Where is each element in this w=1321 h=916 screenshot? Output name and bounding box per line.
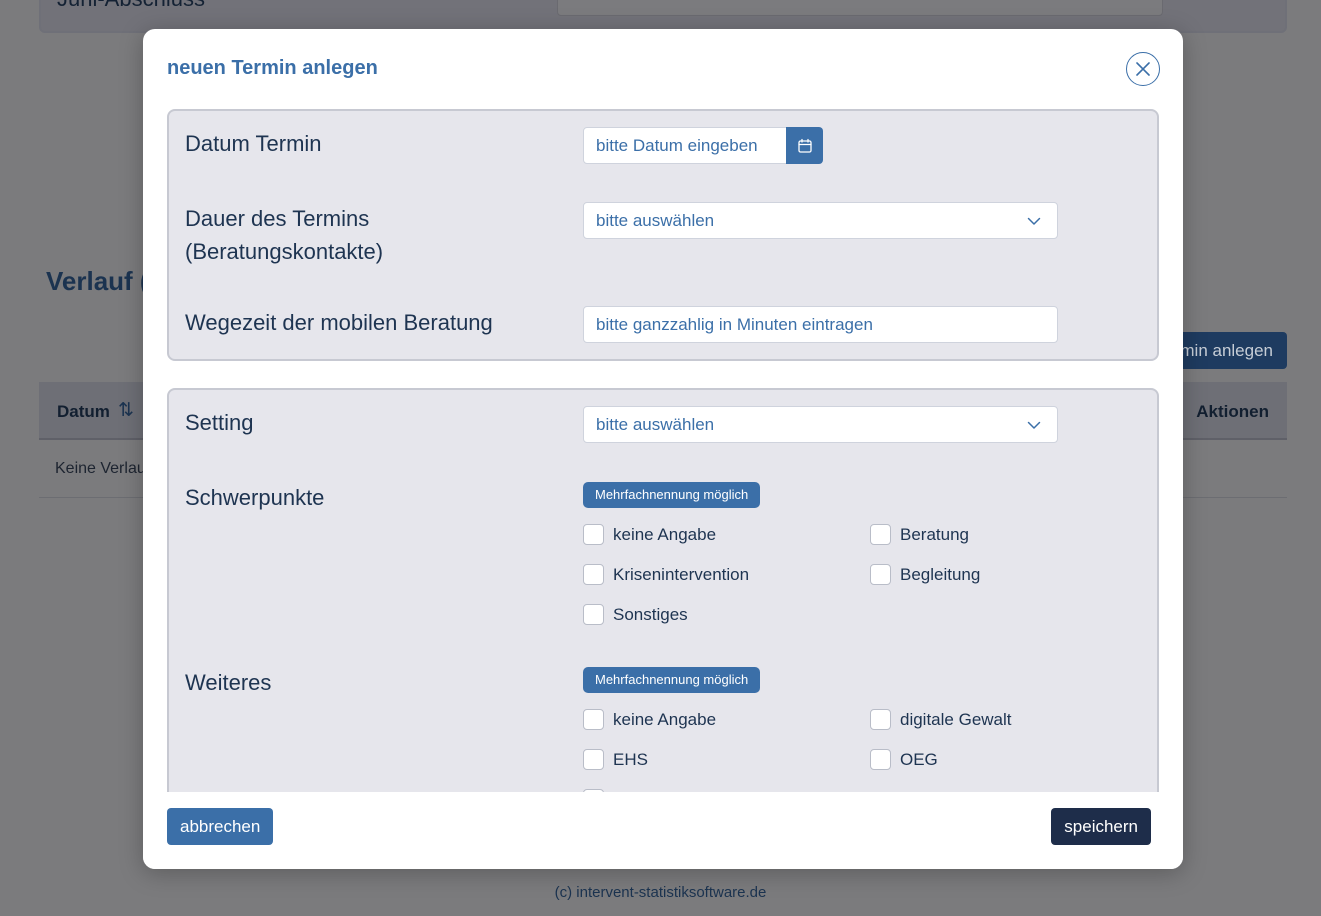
close-icon [1136, 62, 1150, 76]
check-label: keine Angabe [613, 709, 717, 729]
background-col-actions: Aktionen [1196, 402, 1269, 421]
duration-label-line2: (Beratungskontakte) [185, 239, 384, 264]
setting-label: Setting [185, 410, 254, 435]
modal-footer: abbrechen speichern [143, 792, 1183, 869]
check-label: digitale Gewalt [900, 709, 1012, 729]
background-empty-text: Keine Verlau [55, 460, 146, 477]
chevron-down-icon [1027, 217, 1041, 225]
appointment-details-panel: Datum Termin bitte Datum eingeben Dauer … [167, 109, 1159, 361]
focus-option-sonstiges[interactable]: Sonstiges [583, 604, 688, 625]
further-label: Weiteres [185, 670, 272, 695]
travel-time-label: Wegezeit der mobilen Beratung [185, 310, 493, 335]
modal-title: neuen Termin anlegen [167, 57, 378, 79]
checkbox[interactable] [583, 604, 604, 625]
focus-multiple-badge: Mehrfachnennung möglich [583, 482, 761, 508]
background-footer-link: (c) intervent-statistiksoftware.de [554, 884, 767, 901]
focus-option-begleitung[interactable]: Begleitung [870, 564, 980, 585]
check-label: Begleitung [900, 564, 981, 584]
travel-time-input[interactable]: bitte ganzzahlig in Minuten eintragen [583, 306, 1058, 343]
duration-select-value: bitte auswählen [596, 211, 715, 230]
check-label: Beratung [900, 524, 969, 544]
setting-select-value: bitte auswählen [596, 415, 715, 434]
cancel-button[interactable]: abbrechen [167, 808, 274, 845]
checkbox[interactable] [870, 749, 891, 770]
checkbox[interactable] [583, 564, 604, 585]
calendar-icon [797, 138, 812, 153]
calendar-button[interactable] [786, 127, 823, 164]
chevron-down-icon [1027, 421, 1041, 429]
further-option-digitale-gewalt[interactable]: digitale Gewalt [870, 709, 1012, 730]
focus-option-krisenintervention[interactable]: Krisenintervention [583, 564, 749, 585]
further-option-ehs[interactable]: EHS [583, 749, 648, 770]
appointment-content-panel: Setting bitte auswählen Schwerpunkte Meh… [167, 388, 1159, 792]
focus-option-keine-angabe[interactable]: keine Angabe [583, 524, 716, 545]
checkbox[interactable] [583, 524, 604, 545]
check-label: keine Angabe [613, 524, 717, 544]
sort-icon: ⇅ [118, 400, 134, 421]
check-label: OEG [900, 749, 938, 769]
save-button[interactable]: speichern [1051, 808, 1151, 845]
check-label: Krisenintervention [613, 564, 750, 584]
check-label: EHS [613, 749, 648, 769]
background-section-title: Verlauf ( [46, 266, 149, 296]
checkbox[interactable] [583, 749, 604, 770]
background-col-date: Datum [57, 402, 110, 421]
checkbox[interactable] [870, 709, 891, 730]
checkbox[interactable] [870, 564, 891, 585]
new-appointment-modal: neuen Termin anlegen Datum Termin bitte … [143, 29, 1183, 869]
modal-body[interactable]: Datum Termin bitte Datum eingeben Dauer … [167, 109, 1159, 792]
close-button[interactable] [1126, 52, 1160, 86]
check-label: Sonstiges [613, 604, 688, 624]
background-top-field-label: Juni-Abschluss [57, 0, 205, 12]
duration-label: Dauer des Termins (Beratungskontakte) [185, 202, 383, 268]
focus-label: Schwerpunkte [185, 485, 325, 510]
duration-select[interactable]: bitte auswählen [583, 202, 1058, 239]
checkbox[interactable] [583, 709, 604, 730]
date-label: Datum Termin [185, 131, 322, 156]
further-option-keine-angabe[interactable]: keine Angabe [583, 709, 716, 730]
further-multiple-badge: Mehrfachnennung möglich [583, 667, 761, 693]
background-top-field-select: bitte auswählen [557, 0, 1163, 16]
checkbox[interactable] [870, 524, 891, 545]
duration-label-line1: Dauer des Termins [185, 206, 370, 231]
further-option-oeg[interactable]: OEG [870, 749, 938, 770]
focus-option-beratung[interactable]: Beratung [870, 524, 969, 545]
setting-select[interactable]: bitte auswählen [583, 406, 1058, 443]
date-input[interactable]: bitte Datum eingeben [583, 127, 787, 164]
